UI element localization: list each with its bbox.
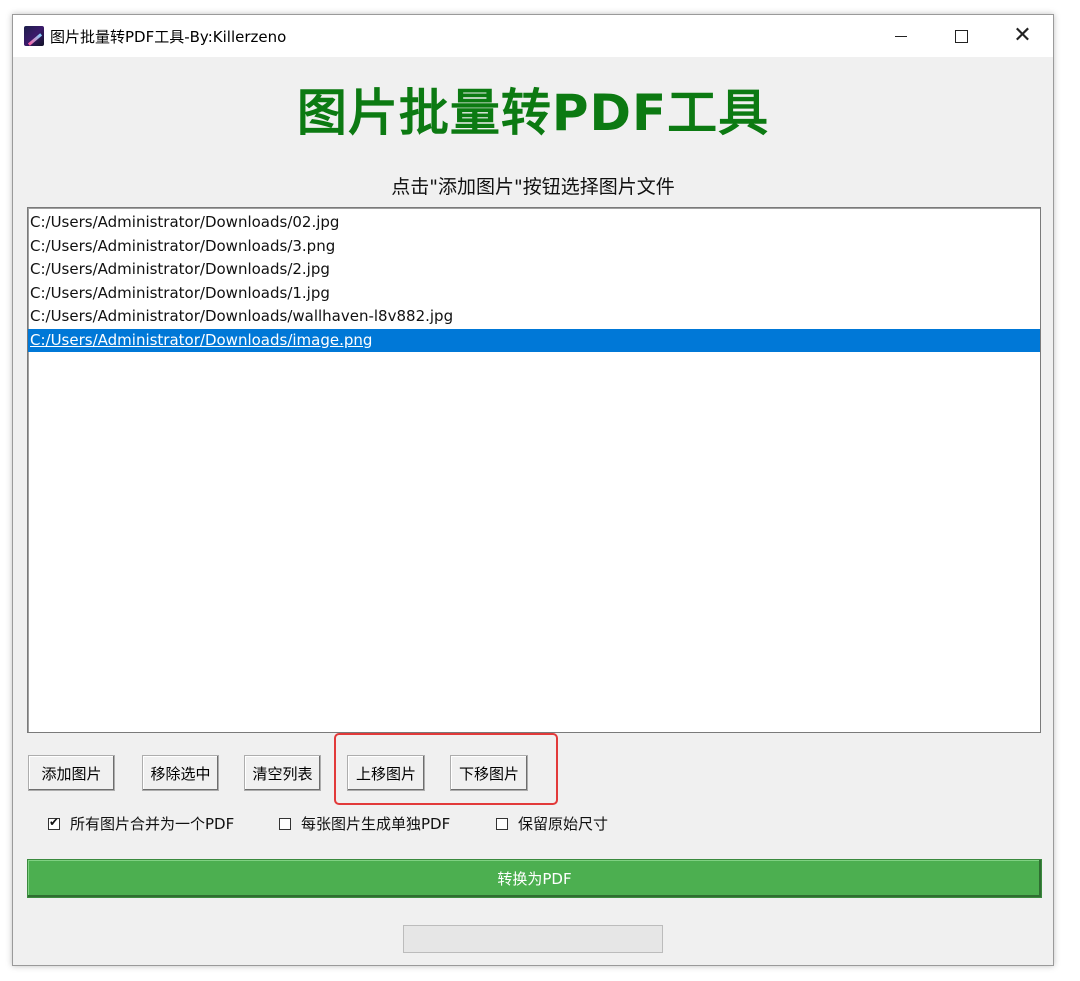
highlight-annotation [334,733,558,805]
merge-checkbox[interactable] [48,815,60,830]
list-item[interactable]: C:/Users/Administrator/Downloads/1.jpg [28,282,1040,306]
convert-to-pdf-button[interactable]: 转换为PDF [27,859,1042,898]
minimize-icon [894,35,907,37]
instruction-text: 点击"添加图片"按钮选择图片文件 [391,176,675,198]
app-logo-icon [24,26,44,46]
keep-size-option[interactable]: 保留原始尺寸 [496,813,608,834]
separate-option[interactable]: 每张图片生成单独PDF [279,813,450,834]
remove-selected-button[interactable]: 移除选中 [142,755,219,791]
list-item[interactable]: C:/Users/Administrator/Downloads/image.p… [28,328,1040,352]
add-images-button[interactable]: 添加图片 [28,755,115,791]
maximize-button[interactable] [931,15,992,57]
progress-bar [403,925,663,953]
list-item[interactable]: C:/Users/Administrator/Downloads/3.png [28,235,1040,259]
clear-list-button[interactable]: 清空列表 [244,755,321,791]
list-item[interactable]: C:/Users/Administrator/Downloads/wallhav… [28,305,1040,329]
minimize-button[interactable] [870,15,931,57]
separate-checkbox[interactable] [279,817,291,830]
maximize-icon [955,29,968,43]
page-title: 图片批量转PDF工具 [296,84,770,142]
merge-option[interactable]: 所有图片合并为一个PDF [48,813,234,834]
window-title: 图片批量转PDF工具-By:Killerzeno [50,27,287,46]
keep-size-option-label: 保留原始尺寸 [518,815,609,833]
window-controls: ✕ [870,15,1053,57]
merge-option-label: 所有图片合并为一个PDF [70,815,235,833]
list-item[interactable]: C:/Users/Administrator/Downloads/2.jpg [28,258,1040,282]
close-icon: ✕ [1013,23,1032,48]
file-listbox[interactable]: C:/Users/Administrator/Downloads/02.jpg … [27,207,1041,733]
close-button[interactable]: ✕ [992,15,1053,57]
app-window: 图片批量转PDF工具-By:Killerzeno ✕ 图片批量转PDF工具 点击… [12,14,1054,966]
title-bar[interactable]: 图片批量转PDF工具-By:Killerzeno ✕ [13,15,1053,57]
list-item[interactable]: C:/Users/Administrator/Downloads/02.jpg [28,211,1040,235]
keep-size-checkbox[interactable] [496,817,508,830]
separate-option-label: 每张图片生成单独PDF [301,815,451,833]
